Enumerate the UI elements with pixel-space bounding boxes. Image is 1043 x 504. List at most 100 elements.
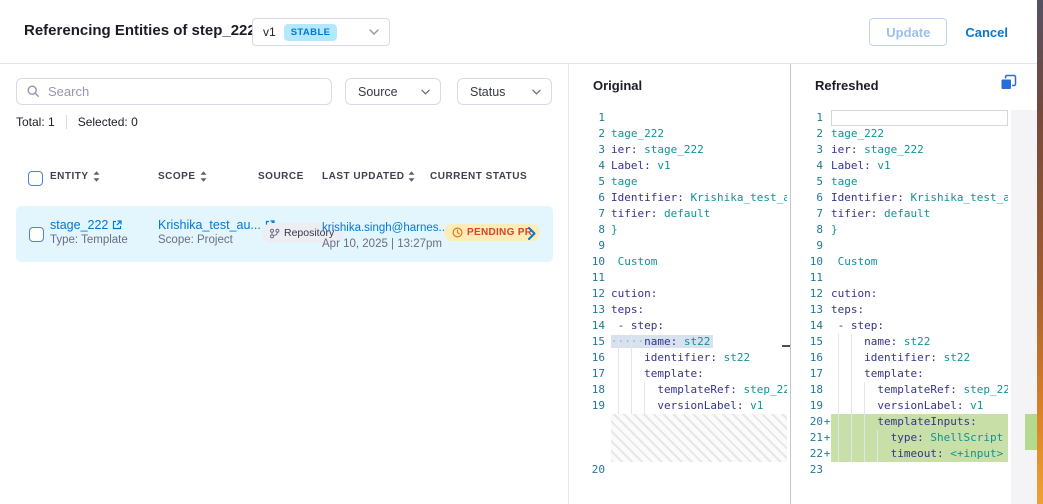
scope-link[interactable]: Krishika_test_au... xyxy=(158,218,275,232)
code-line: 21+ type: ShellScript xyxy=(791,430,1037,446)
updated-by[interactable]: krishika.singh@harnes... xyxy=(322,222,448,234)
code-line: 17 template: xyxy=(569,366,790,382)
column-header-current-status: CURRENT STATUS xyxy=(430,171,527,182)
column-header-source: SOURCE xyxy=(258,171,304,182)
code-line: 6projectIdentifier: Krishika_test_autocr… xyxy=(791,190,1037,206)
top-bar: Referencing Entities of step_222 v1 STAB… xyxy=(0,0,1037,64)
code-line: 4versionLabel: v1 xyxy=(791,158,1037,174)
search-input[interactable]: Search xyxy=(16,78,332,105)
code-line: 15············name: st22 xyxy=(569,334,790,350)
page-title: Referencing Entities of step_222 xyxy=(24,22,256,39)
code-line: 12 execution: xyxy=(569,286,790,302)
entities-list-section: Search Source Status Total: 1 Selected: … xyxy=(0,64,568,504)
cancel-button[interactable]: Cancel xyxy=(965,25,1008,40)
code-line: 9spec: xyxy=(569,238,790,254)
refreshed-panel-title: Refreshed xyxy=(815,78,879,93)
chevron-down-icon xyxy=(369,29,379,35)
entity-link[interactable]: stage_222 xyxy=(50,218,128,232)
table-header: ENTITY SCOPE SOURCE LAST UPDATED CURRENT… xyxy=(0,169,568,193)
scrollbar-gutter[interactable] xyxy=(1011,110,1037,504)
refreshed-code-editor[interactable]: 1---2name: stage_2223identifier: stage_2… xyxy=(791,110,1037,504)
code-line: 5type: Stage xyxy=(569,174,790,190)
code-line: 2name: stage_222 xyxy=(791,126,1037,142)
code-line: 10 type: Custom xyxy=(791,254,1037,270)
scope-sub: Scope: Project xyxy=(158,234,275,246)
sort-icon[interactable] xyxy=(200,171,207,182)
code-line: 6projectIdentifier: Krishika_test_autocr… xyxy=(569,190,790,206)
update-button[interactable]: Update xyxy=(869,18,947,46)
code-line: 14 - step: xyxy=(791,318,1037,334)
code-line: 16 identifier: st22 xyxy=(569,350,790,366)
code-line: 4versionLabel: v1 xyxy=(569,158,790,174)
column-header-last-updated[interactable]: LAST UPDATED xyxy=(322,171,415,182)
table-row[interactable]: stage_222 Type: Template Krishika_test_a… xyxy=(16,206,553,262)
chevron-down-icon xyxy=(532,89,541,95)
code-line: 13 steps: xyxy=(569,302,790,318)
entity-cell: stage_222 Type: Template xyxy=(50,218,128,246)
code-line: 20+ templateInputs: xyxy=(791,414,1037,430)
code-line: 1--- xyxy=(569,110,790,126)
column-header-scope[interactable]: SCOPE xyxy=(158,171,207,182)
copy-icon[interactable] xyxy=(999,74,1017,92)
code-line: 23 xyxy=(791,462,1037,478)
refreshed-code-panel: Refreshed 1---2name: stage_2223identifie… xyxy=(790,64,1037,504)
code-line: 19 versionLabel: v1 xyxy=(569,398,790,414)
code-line: 7orgIdentifier: default xyxy=(791,206,1037,222)
updated-at: Apr 10, 2025 | 13:27pm xyxy=(322,238,448,250)
code-line: 19 versionLabel: v1 xyxy=(791,398,1037,414)
top-actions: Update Cancel xyxy=(869,18,1008,46)
code-line: 11 spec: xyxy=(569,270,790,286)
search-placeholder: Search xyxy=(48,84,89,99)
repository-icon xyxy=(269,228,280,239)
code-line: 16 identifier: st22 xyxy=(791,350,1037,366)
code-line: 15 name: st22 xyxy=(791,334,1037,350)
total-count: Total: 1 xyxy=(16,115,55,129)
source-filter-label: Source xyxy=(358,85,398,99)
code-line: 3identifier: stage_222 xyxy=(791,142,1037,158)
code-line: 17 template: xyxy=(791,366,1037,382)
status-filter-label: Status xyxy=(470,85,505,99)
chevron-down-icon xyxy=(421,89,430,95)
code-line: 3identifier: stage_222 xyxy=(569,142,790,158)
last-updated-cell: krishika.singh@harnes... Apr 10, 2025 | … xyxy=(322,218,448,250)
status-badge: PENDING PR xyxy=(444,224,540,241)
diff-collapsed-region xyxy=(611,414,787,462)
background-edge xyxy=(1037,0,1043,504)
original-panel-title: Original xyxy=(593,78,642,93)
code-line: 12 execution: xyxy=(791,286,1037,302)
code-line: 5type: Stage xyxy=(791,174,1037,190)
external-link-icon xyxy=(112,220,122,230)
code-line: 8tags: {} xyxy=(569,222,790,238)
code-line: 10 type: Custom xyxy=(569,254,790,270)
code-line: 20 xyxy=(569,462,790,478)
code-line: 9spec: xyxy=(791,238,1037,254)
status-cell: PENDING PR xyxy=(444,224,540,243)
scope-cell: Krishika_test_au... Scope: Project xyxy=(158,218,275,246)
code-line: 14 - step: xyxy=(569,318,790,334)
column-header-entity[interactable]: ENTITY xyxy=(50,171,100,182)
code-line: 1--- xyxy=(791,110,1037,126)
code-line: 18 templateRef: step_222 xyxy=(791,382,1037,398)
code-line: 7orgIdentifier: default xyxy=(569,206,790,222)
entity-type: Type: Template xyxy=(50,234,128,246)
row-checkbox[interactable] xyxy=(29,227,44,242)
status-filter-select[interactable]: Status xyxy=(457,78,552,105)
diff-added-marker xyxy=(1025,414,1037,450)
code-line: 8tags: {} xyxy=(791,222,1037,238)
version-select[interactable]: v1 STABLE xyxy=(252,18,390,46)
sort-icon[interactable] xyxy=(408,171,415,182)
search-icon xyxy=(27,85,40,98)
original-code-editor[interactable]: 1---2name: stage_2223identifier: stage_2… xyxy=(569,110,790,504)
row-expand-chevron[interactable] xyxy=(528,227,536,245)
selection-summary: Total: 1 Selected: 0 xyxy=(16,115,138,129)
code-line: 22+ timeout: <+input> xyxy=(791,446,1037,462)
code-line: 11 spec: xyxy=(791,270,1037,286)
sort-icon[interactable] xyxy=(93,171,100,182)
version-value: v1 xyxy=(263,25,276,39)
referencing-entities-drawer: Referencing Entities of step_222 v1 STAB… xyxy=(0,0,1043,504)
source-filter-select[interactable]: Source xyxy=(345,78,441,105)
code-line: 2name: stage_222 xyxy=(569,126,790,142)
select-all-checkbox[interactable] xyxy=(28,171,43,186)
divider xyxy=(66,115,67,129)
selected-count: Selected: 0 xyxy=(78,115,138,129)
